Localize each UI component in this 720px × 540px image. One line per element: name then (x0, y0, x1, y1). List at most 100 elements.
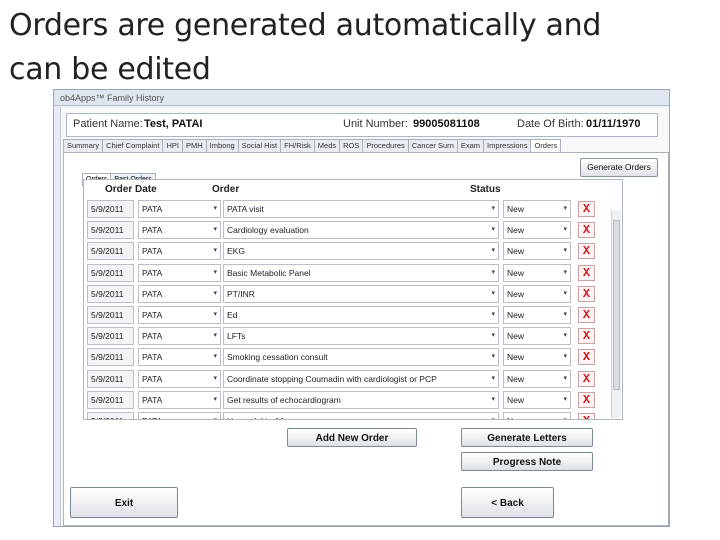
tab-ros[interactable]: ROS (339, 139, 364, 153)
order-date-field[interactable]: 5/9/2011 (87, 263, 134, 282)
tab-impressions[interactable]: Impressions (483, 139, 532, 153)
delete-order-icon[interactable]: X (578, 413, 595, 419)
chevron-down-icon[interactable]: ▾ (213, 349, 217, 365)
order-date-field[interactable]: 5/9/2011 (87, 242, 134, 261)
delete-order-icon[interactable]: X (578, 391, 595, 408)
chevron-down-icon[interactable]: ▾ (491, 328, 495, 344)
order-select[interactable]: Ed ▾ (223, 306, 499, 324)
tab-meds[interactable]: Meds (313, 139, 341, 153)
chevron-down-icon[interactable]: ▾ (213, 222, 217, 238)
delete-order-icon[interactable]: X (578, 349, 595, 366)
chevron-down-icon[interactable]: ▾ (213, 286, 217, 302)
chevron-down-icon[interactable]: ▾ (213, 307, 217, 323)
chevron-down-icon[interactable]: ▾ (213, 243, 217, 259)
provider-select[interactable]: PATA ▾ (138, 327, 221, 346)
exit-button[interactable]: Exit (70, 487, 178, 518)
delete-order-icon[interactable]: X (578, 285, 595, 302)
scrollbar-thumb[interactable] (613, 220, 620, 390)
chevron-down-icon[interactable]: ▾ (213, 328, 217, 344)
status-select[interactable]: New ▾ (503, 242, 571, 261)
tab-chief-complaint[interactable]: Chief Complaint (102, 139, 164, 153)
chevron-down-icon[interactable]: ▾ (563, 265, 567, 281)
status-select[interactable]: New ▾ (503, 412, 571, 419)
status-select[interactable]: New ▾ (503, 327, 571, 346)
status-select[interactable]: New ▾ (503, 200, 571, 218)
tab-exam[interactable]: Exam (456, 139, 485, 153)
order-select[interactable]: EKG ▾ (223, 242, 499, 261)
delete-order-icon[interactable]: X (578, 328, 595, 345)
back-button[interactable]: < Back (461, 487, 554, 518)
provider-select[interactable]: PATA ▾ (138, 348, 221, 367)
order-date-field[interactable]: 5/9/2011 (87, 348, 134, 367)
chevron-down-icon[interactable]: ▾ (563, 413, 567, 419)
tab-social-hist[interactable]: Social Hist (237, 139, 282, 153)
tab-procedures[interactable]: Procedures (362, 139, 409, 153)
tab-pmh[interactable]: PMH (181, 139, 207, 153)
status-select[interactable]: New ▾ (503, 221, 571, 240)
generate-letters-button[interactable]: Generate Letters (461, 428, 593, 447)
chevron-down-icon[interactable]: ▾ (491, 286, 495, 302)
provider-select[interactable]: PATA ▾ (138, 306, 221, 324)
chevron-down-icon[interactable]: ▾ (491, 243, 495, 259)
order-date-field[interactable]: 5/9/2011 (87, 284, 134, 303)
delete-order-icon[interactable]: X (578, 201, 595, 217)
order-select[interactable]: Smoking cessation consult ▾ (223, 348, 499, 367)
chevron-down-icon[interactable]: ▾ (563, 371, 567, 387)
order-date-field[interactable]: 5/9/2011 (87, 221, 134, 240)
generate-orders-button[interactable]: Generate Orders (580, 158, 658, 177)
chevron-down-icon[interactable]: ▾ (563, 392, 567, 408)
chevron-down-icon[interactable]: ▾ (491, 265, 495, 281)
status-select[interactable]: New ▾ (503, 284, 571, 303)
status-select[interactable]: New ▾ (503, 390, 571, 409)
chevron-down-icon[interactable]: ▾ (563, 349, 567, 365)
chevron-down-icon[interactable]: ▾ (491, 413, 495, 419)
tab-cancer-surn[interactable]: Cancer Surn (407, 139, 458, 153)
provider-select[interactable]: PATA ▾ (138, 200, 221, 218)
chevron-down-icon[interactable]: ▾ (491, 349, 495, 365)
provider-select[interactable]: PATA ▾ (138, 221, 221, 240)
order-select[interactable]: Basic Metabolic Panel ▾ (223, 263, 499, 282)
add-new-order-button[interactable]: Add New Order (287, 428, 417, 447)
chevron-down-icon[interactable]: ▾ (491, 392, 495, 408)
chevron-down-icon[interactable]: ▾ (563, 286, 567, 302)
order-select[interactable]: Get results of echocardiogram ▾ (223, 390, 499, 409)
order-select[interactable]: Hemoglobin A1c ▾ (223, 412, 499, 419)
order-select[interactable]: LFTs ▾ (223, 327, 499, 346)
chevron-down-icon[interactable]: ▾ (563, 307, 567, 323)
order-date-field[interactable]: 5/9/2011 (87, 412, 134, 419)
delete-order-icon[interactable]: X (578, 222, 595, 239)
provider-select[interactable]: PATA ▾ (138, 242, 221, 261)
tab-hpi[interactable]: HPI (162, 139, 183, 153)
provider-select[interactable]: PATA ▾ (138, 263, 221, 282)
tab-fh-risk[interactable]: FH/Risk (280, 139, 315, 153)
order-date-field[interactable]: 5/9/2011 (87, 369, 134, 388)
chevron-down-icon[interactable]: ▾ (213, 413, 217, 419)
chevron-down-icon[interactable]: ▾ (491, 371, 495, 387)
chevron-down-icon[interactable]: ▾ (563, 328, 567, 344)
delete-order-icon[interactable]: X (578, 370, 595, 387)
provider-select[interactable]: PATA ▾ (138, 390, 221, 409)
chevron-down-icon[interactable]: ▾ (563, 201, 567, 217)
chevron-down-icon[interactable]: ▾ (491, 222, 495, 238)
tab-summary[interactable]: Summary (63, 139, 104, 153)
chevron-down-icon[interactable]: ▾ (563, 222, 567, 238)
status-select[interactable]: New ▾ (503, 369, 571, 388)
chevron-down-icon[interactable]: ▾ (213, 371, 217, 387)
delete-order-icon[interactable]: X (578, 264, 595, 281)
chevron-down-icon[interactable]: ▾ (213, 392, 217, 408)
delete-order-icon[interactable]: X (578, 307, 595, 323)
chevron-down-icon[interactable]: ▾ (213, 265, 217, 281)
order-select[interactable]: PATA visit ▾ (223, 200, 499, 218)
chevron-down-icon[interactable]: ▾ (213, 201, 217, 217)
provider-select[interactable]: PATA ▾ (138, 369, 221, 388)
chevron-down-icon[interactable]: ▾ (491, 201, 495, 217)
provider-select[interactable]: PATA ▾ (138, 284, 221, 303)
order-date-field[interactable]: 5/9/2011 (87, 200, 134, 218)
chevron-down-icon[interactable]: ▾ (563, 243, 567, 259)
order-date-field[interactable]: 5/9/2011 (87, 327, 134, 346)
chevron-down-icon[interactable]: ▾ (491, 307, 495, 323)
order-date-field[interactable]: 5/9/2011 (87, 306, 134, 324)
grid-scrollbar[interactable] (611, 210, 621, 418)
tab-imbong[interactable]: Imbong (205, 139, 239, 153)
order-select[interactable]: PT/INR ▾ (223, 284, 499, 303)
